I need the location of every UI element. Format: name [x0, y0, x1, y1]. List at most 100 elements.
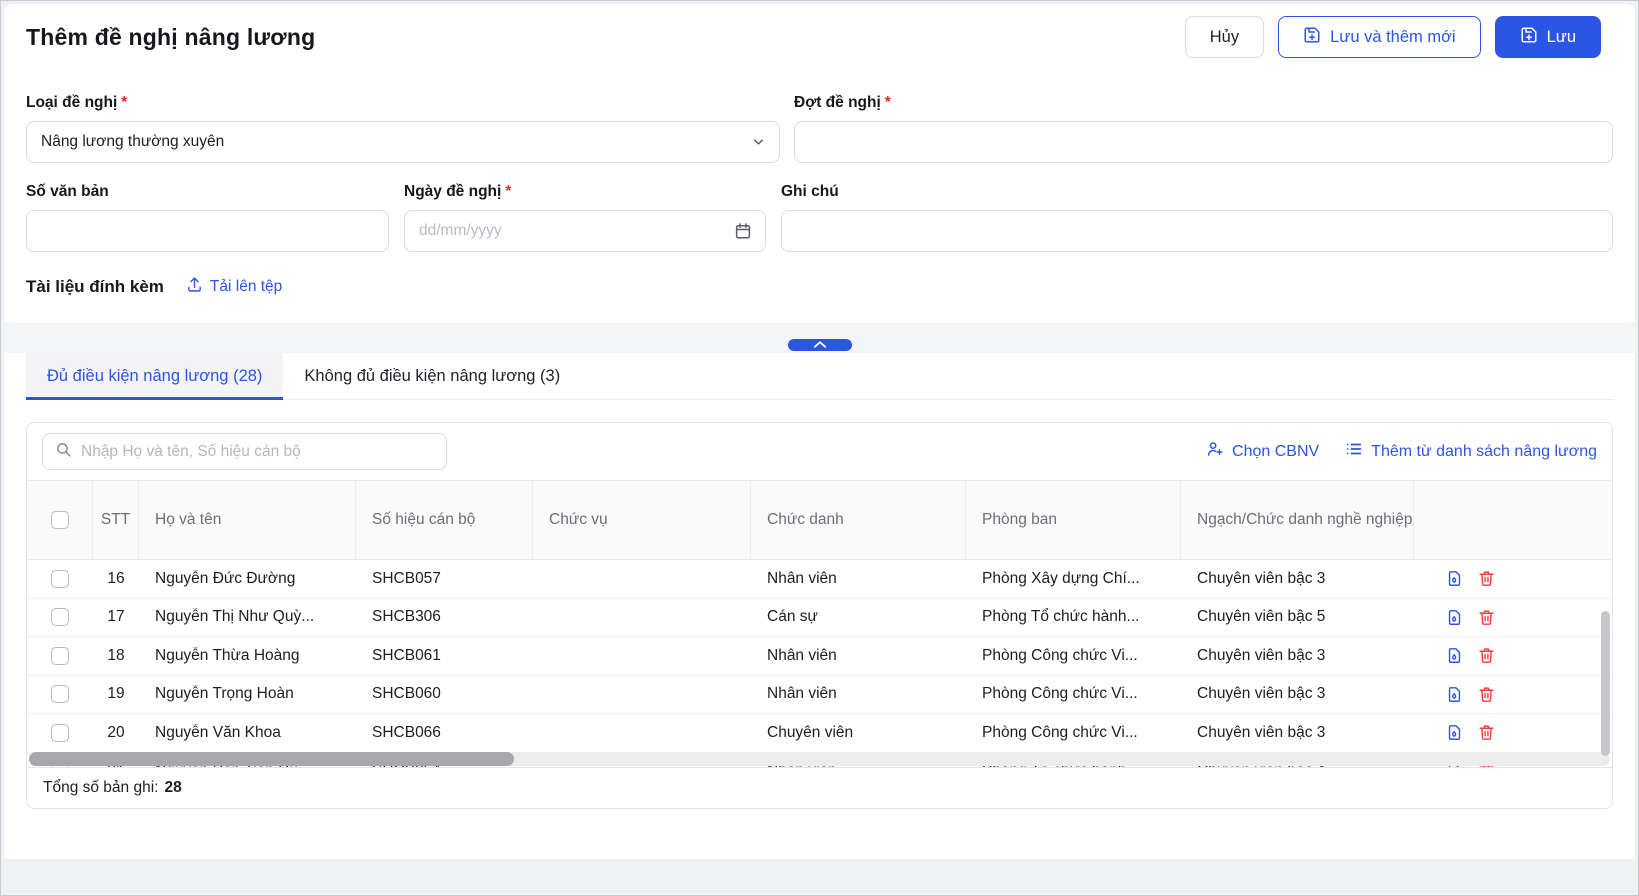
search-input[interactable]	[81, 443, 434, 461]
list-icon	[1345, 440, 1363, 463]
table-row[interactable]: 16 Nguyễn Đức Đường SHCB057 Nhân viên Ph…	[27, 560, 1612, 599]
cell-actions	[1414, 724, 1612, 741]
row-checkbox-cell	[27, 685, 93, 703]
field-dot-de-nghi: Đợt đề nghị*	[794, 94, 1613, 163]
section-divider-band	[4, 322, 1635, 353]
upload-link-label: Tải lên tệp	[210, 278, 282, 296]
cell-actions	[1414, 570, 1612, 587]
cell-phong-ban: Phòng Công chức Vi...	[966, 647, 1181, 665]
so-van-ban-label: Số văn bản	[26, 183, 389, 201]
required-asterisk: *	[885, 94, 891, 111]
horizontal-scrollbar[interactable]	[29, 752, 1610, 766]
table-row[interactable]: 19 Nguyễn Trọng Hoàn SHCB060 Nhân viên P…	[27, 676, 1612, 715]
row-checkbox[interactable]	[51, 608, 69, 626]
search-box[interactable]	[42, 433, 447, 470]
collapse-form-handle[interactable]	[788, 339, 852, 351]
select-all-cell	[27, 481, 93, 559]
field-loai-de-nghi: Loại đề nghị* Nâng lương thường xuyên	[26, 94, 780, 163]
attachment-row: Tài liệu đính kèm Tải lên tệp	[26, 276, 1613, 322]
view-document-icon[interactable]	[1446, 609, 1463, 626]
col-actions	[1414, 481, 1612, 559]
row-checkbox-cell	[27, 608, 93, 626]
field-ghi-chu: Ghi chú	[781, 183, 1613, 252]
calendar-icon[interactable]	[734, 222, 752, 240]
cell-ngach: Chuyên viên bậc 3	[1181, 647, 1414, 665]
cell-chuc-danh: Nhân viên	[751, 647, 966, 665]
cell-name: Nguyễn Văn Khoa	[139, 724, 356, 742]
col-chuc-vu: Chức vụ	[533, 481, 751, 559]
app-screen: Thêm đề nghị nâng lương Hủy Lưu và thêm …	[0, 0, 1639, 896]
cell-name: Nguyễn Thị Như Quỳ...	[139, 608, 356, 626]
eligibility-tabs: Đủ điều kiện nâng lương (28) Không đủ đi…	[26, 353, 1613, 400]
cell-stt: 20	[93, 724, 139, 742]
save-button[interactable]: Lưu	[1495, 16, 1601, 58]
dot-de-nghi-input[interactable]	[794, 121, 1613, 163]
tab-eligible[interactable]: Đủ điều kiện nâng lương (28)	[26, 353, 283, 399]
employee-table-card: Chọn CBNV Thêm từ danh sách nâng lương S…	[26, 422, 1613, 809]
col-chuc-danh: Chức danh	[751, 481, 966, 559]
view-document-icon[interactable]	[1446, 570, 1463, 587]
table-footer: Tổng số bản ghi: 28	[27, 767, 1612, 808]
table-row[interactable]: 17 Nguyễn Thị Như Quỳ... SHCB306 Cán sự …	[27, 599, 1612, 638]
table-toolbar: Chọn CBNV Thêm từ danh sách nâng lương	[27, 423, 1612, 480]
choose-cbnv-label: Chọn CBNV	[1232, 443, 1319, 461]
upload-file-link[interactable]: Tải lên tệp	[186, 276, 282, 298]
cell-stt: 17	[93, 608, 139, 626]
cancel-button[interactable]: Hủy	[1185, 16, 1264, 58]
add-from-list-link[interactable]: Thêm từ danh sách nâng lương	[1345, 440, 1597, 463]
delete-row-icon[interactable]	[1478, 647, 1495, 664]
delete-row-icon[interactable]	[1478, 609, 1495, 626]
chevron-down-icon	[751, 135, 766, 150]
ghi-chu-input[interactable]	[781, 210, 1613, 252]
choose-cbnv-link[interactable]: Chọn CBNV	[1206, 440, 1319, 463]
cell-actions	[1414, 609, 1612, 626]
row-checkbox[interactable]	[51, 647, 69, 665]
row-checkbox[interactable]	[51, 570, 69, 588]
save-icon	[1520, 26, 1538, 49]
so-van-ban-input[interactable]	[26, 210, 389, 252]
cell-chuc-danh: Cán sự	[751, 608, 966, 626]
save-and-new-button[interactable]: Lưu và thêm mới	[1278, 16, 1481, 58]
total-records-value: 28	[164, 779, 181, 797]
save-icon	[1303, 26, 1321, 49]
toolbar-links: Chọn CBNV Thêm từ danh sách nâng lương	[1206, 440, 1597, 463]
delete-row-icon[interactable]	[1478, 686, 1495, 703]
row-checkbox-cell	[27, 570, 93, 588]
horizontal-scrollbar-thumb[interactable]	[29, 752, 514, 766]
table-row[interactable]: 20 Nguyễn Văn Khoa SHCB066 Chuyên viên P…	[27, 714, 1612, 753]
select-all-checkbox[interactable]	[51, 511, 69, 529]
delete-row-icon[interactable]	[1478, 724, 1495, 741]
chevron-up-icon	[813, 336, 827, 354]
cell-name: Nguyễn Trọng Hoàn	[139, 685, 356, 703]
vertical-scrollbar-thumb[interactable]	[1601, 611, 1610, 756]
proposal-form: Loại đề nghị* Nâng lương thường xuyên Đợ…	[4, 70, 1635, 322]
delete-row-icon[interactable]	[1478, 570, 1495, 587]
view-document-icon[interactable]	[1446, 647, 1463, 664]
cell-chuc-danh: Chuyên viên	[751, 724, 966, 742]
table-body: 16 Nguyễn Đức Đường SHCB057 Nhân viên Ph…	[27, 560, 1612, 767]
row-checkbox[interactable]	[51, 685, 69, 703]
cell-stt: 16	[93, 570, 139, 588]
total-records-label: Tổng số bản ghi:	[43, 779, 158, 797]
cell-phong-ban: Phòng Công chức Vi...	[966, 724, 1181, 742]
attachment-label: Tài liệu đính kèm	[26, 277, 164, 297]
loai-de-nghi-select[interactable]: Nâng lương thường xuyên	[26, 121, 780, 163]
ngay-de-nghi-label: Ngày đề nghị*	[404, 183, 766, 201]
view-document-icon[interactable]	[1446, 724, 1463, 741]
table-row[interactable]: 18 Nguyễn Thừa Hoàng SHCB061 Nhân viên P…	[27, 637, 1612, 676]
upload-icon	[186, 276, 203, 298]
row-checkbox-cell	[27, 647, 93, 665]
cell-ngach: Chuyên viên bậc 3	[1181, 685, 1414, 703]
required-asterisk: *	[505, 183, 511, 200]
tab-not-eligible[interactable]: Không đủ điều kiện nâng lương (3)	[283, 353, 581, 399]
person-plus-icon	[1206, 440, 1224, 463]
ngay-de-nghi-input[interactable]: dd/mm/yyyy	[404, 210, 766, 252]
page-header: Thêm đề nghị nâng lương Hủy Lưu và thêm …	[4, 4, 1635, 70]
cell-chuc-danh: Nhân viên	[751, 685, 966, 703]
row-checkbox[interactable]	[51, 724, 69, 742]
cell-chuc-danh: Nhân viên	[751, 570, 966, 588]
cell-stt: 18	[93, 647, 139, 665]
required-asterisk: *	[121, 94, 127, 111]
col-phong-ban: Phòng ban	[966, 481, 1181, 559]
view-document-icon[interactable]	[1446, 686, 1463, 703]
